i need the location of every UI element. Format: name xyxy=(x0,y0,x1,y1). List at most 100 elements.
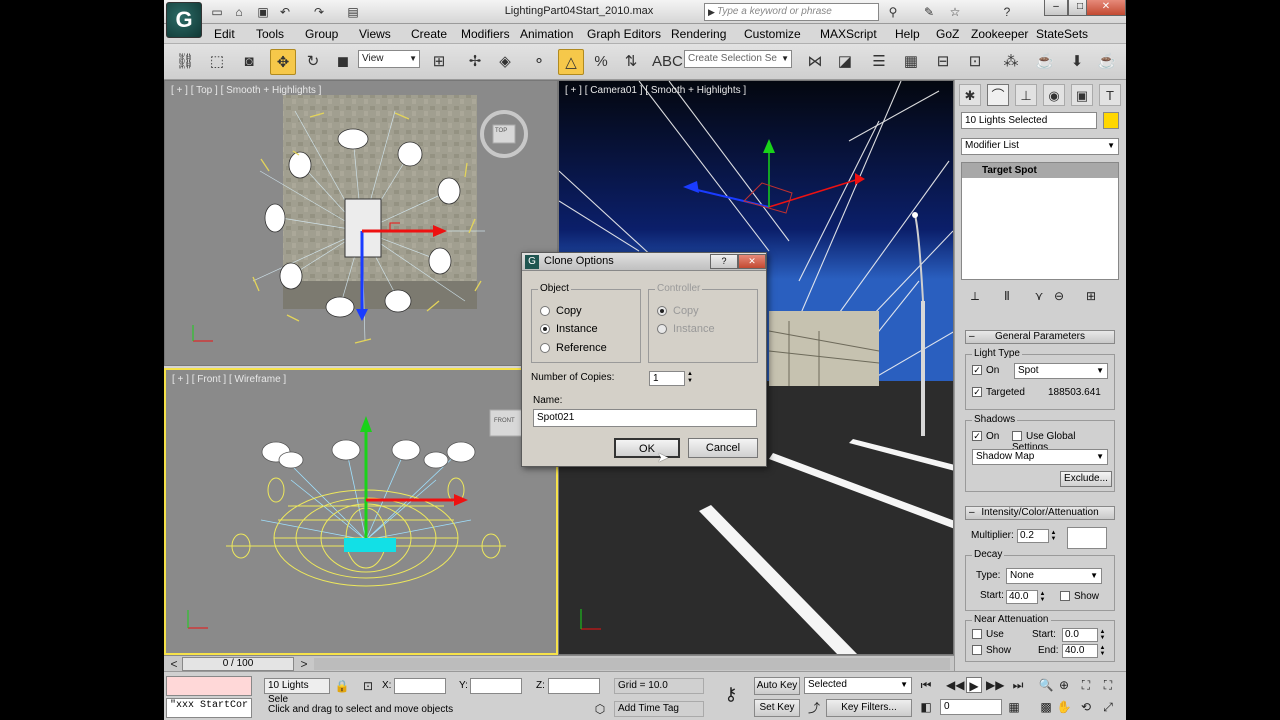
maxscript-listener-field[interactable] xyxy=(166,676,252,696)
play-icon[interactable]: ▶ xyxy=(966,677,982,693)
absolute-mode-icon[interactable]: ⊡ xyxy=(360,678,376,694)
create-tab-icon[interactable]: ✱ xyxy=(959,84,981,106)
pin-stack-icon[interactable]: ⟂ xyxy=(967,288,983,304)
z-coordinate-field[interactable] xyxy=(548,678,600,694)
copies-input[interactable]: 1 xyxy=(649,371,685,386)
named-selection-dropdown[interactable]: Create Selection Se ▼ xyxy=(684,50,792,68)
radio-reference[interactable]: Reference xyxy=(540,341,607,355)
minimize-button[interactable]: – xyxy=(1044,0,1068,16)
viewport-front[interactable]: [ + ] [ Front ] [ Wireframe ] FRONT xyxy=(164,368,558,655)
select-link-icon[interactable]: ⛓ xyxy=(172,49,198,75)
multiplier-spinner[interactable]: 0.2 ▲ ▼ xyxy=(1017,529,1056,543)
checkbox[interactable]: ✓ xyxy=(972,431,982,442)
light-on-checkbox[interactable]: ✓ On xyxy=(972,365,999,376)
menu-edit[interactable]: Edit xyxy=(214,27,235,41)
angle-snap-icon[interactable]: △ xyxy=(558,49,584,75)
default-in-out-tangent-icon[interactable]: ⤴ xyxy=(806,700,822,716)
menu-help[interactable]: Help xyxy=(895,27,920,41)
undo-icon[interactable]: ↶ xyxy=(276,4,294,20)
set-key-button[interactable]: Set Key xyxy=(754,699,800,717)
x-coordinate-field[interactable] xyxy=(394,678,446,694)
graphite-ribbon-icon[interactable]: ▦ xyxy=(898,49,924,75)
viewport-label-top[interactable]: [ + ] [ Top ] [ Smooth + Highlights ] xyxy=(171,85,321,96)
spinner-arrows-icon[interactable]: ▲ ▼ xyxy=(1098,645,1107,657)
checkbox[interactable]: ✓ xyxy=(972,387,982,398)
object-name-field[interactable]: 10 Lights Selected xyxy=(961,112,1097,129)
current-frame-field[interactable]: 0 xyxy=(940,699,1002,715)
near-start-spinner[interactable]: 0.0 ▲ ▼ xyxy=(1062,628,1105,642)
radio-button[interactable] xyxy=(540,343,550,354)
near-use-checkbox[interactable]: Use xyxy=(972,629,1004,640)
star-icon[interactable]: ☆ xyxy=(946,4,964,20)
ok-button[interactable]: OK xyxy=(614,438,680,458)
key-mode-dropdown[interactable]: Selected ▼ xyxy=(804,677,912,694)
targeted-checkbox[interactable]: ✓ Targeted xyxy=(972,387,1025,398)
intensity-rollout[interactable]: – Intensity/Color/Attenuation xyxy=(965,506,1115,520)
spinner-arrows-icon[interactable]: ▲ ▼ xyxy=(1049,530,1058,542)
radio-instance[interactable]: Instance xyxy=(540,322,598,336)
wrench-icon[interactable]: ✎ xyxy=(920,4,938,20)
pan-view-icon[interactable]: ✋ xyxy=(1056,699,1072,715)
menu-rendering[interactable]: Rendering xyxy=(671,27,726,41)
cancel-button[interactable]: Cancel xyxy=(688,438,758,458)
menu-customize[interactable]: Customize xyxy=(744,27,801,41)
radio-button[interactable] xyxy=(540,324,550,335)
close-button[interactable]: ✕ xyxy=(1086,0,1126,16)
help-icon[interactable]: ? xyxy=(998,4,1016,20)
checkbox[interactable] xyxy=(1012,431,1022,442)
render-setup-icon[interactable]: ☕ xyxy=(1032,49,1058,75)
remove-modifier-icon[interactable]: ⊖ xyxy=(1051,288,1067,304)
lock-selection-icon[interactable]: 🔒 xyxy=(334,678,350,694)
exclude-button[interactable]: Exclude... xyxy=(1060,471,1112,487)
light-color-swatch[interactable] xyxy=(1067,527,1107,549)
spinner-arrows-icon[interactable]: ▲ ▼ xyxy=(1038,591,1047,603)
schematic-view-icon[interactable]: ⊡ xyxy=(962,49,988,75)
material-editor-icon[interactable]: ⁂ xyxy=(998,49,1024,75)
checkbox[interactable]: ✓ xyxy=(972,365,982,376)
decay-type-dropdown[interactable]: None ▼ xyxy=(1006,568,1102,584)
menu-views[interactable]: Views xyxy=(359,27,391,41)
select-rotate-icon[interactable]: ↻ xyxy=(300,49,326,75)
pivot-center-icon[interactable]: ⊞ xyxy=(426,49,452,75)
menu-graph-editors[interactable]: Graph Editors xyxy=(587,27,661,41)
general-parameters-rollout[interactable]: – General Parameters xyxy=(965,330,1115,344)
dialog-help-button[interactable]: ? xyxy=(710,254,738,269)
menu-animation[interactable]: Animation xyxy=(520,27,573,41)
percent-snap-icon[interactable]: % xyxy=(588,49,614,75)
near-show-checkbox[interactable]: Show xyxy=(972,645,1011,656)
configure-sets-icon[interactable]: ⊞ xyxy=(1083,288,1099,304)
zoom-icon[interactable]: 🔍 xyxy=(1038,677,1054,693)
time-tag-icon[interactable]: ⬡ xyxy=(592,701,608,717)
dialog-close-button[interactable]: ✕ xyxy=(738,254,766,269)
viewcube-front[interactable]: FRONT xyxy=(494,418,515,424)
menu-goz[interactable]: GoZ xyxy=(936,27,959,41)
go-to-start-icon[interactable]: ⏮ xyxy=(918,677,934,693)
decay-show-checkbox[interactable]: Show xyxy=(1060,591,1099,602)
zoom-region-icon[interactable]: ▩ xyxy=(1038,699,1054,715)
zoom-all-icon[interactable]: ⊕ xyxy=(1056,677,1072,693)
show-end-result-icon[interactable]: Ⅱ xyxy=(999,288,1015,304)
redo-icon[interactable]: ↷ xyxy=(310,4,328,20)
add-time-tag[interactable]: Add Time Tag xyxy=(614,701,704,717)
time-configuration-icon[interactable]: ▦ xyxy=(1006,699,1022,715)
menu-group[interactable]: Group xyxy=(305,27,338,41)
y-coordinate-field[interactable] xyxy=(470,678,522,694)
key-filters-button[interactable]: Key Filters... xyxy=(826,699,912,717)
menu-tools[interactable]: Tools xyxy=(256,27,284,41)
binoculars-icon[interactable]: ⚲ xyxy=(884,4,902,20)
layer-manager-icon[interactable]: ☰ xyxy=(866,49,892,75)
dialog-title-bar[interactable]: G Clone Options ? ✕ xyxy=(522,253,766,271)
motion-tab-icon[interactable]: ◉ xyxy=(1043,84,1065,106)
menu-statesets[interactable]: StateSets xyxy=(1036,27,1088,41)
maximize-viewport-icon[interactable]: ⤢ xyxy=(1100,699,1116,715)
reference-coordinate-dropdown[interactable]: View ▼ xyxy=(358,50,420,68)
next-frame-icon[interactable]: > xyxy=(296,656,312,672)
radio-button[interactable] xyxy=(540,306,550,317)
select-scale-icon[interactable]: ◼ xyxy=(330,49,356,75)
radio-copy[interactable]: Copy xyxy=(540,304,582,318)
zoom-extents-all-icon[interactable]: ⛶ xyxy=(1100,677,1116,693)
snaps-toggle-icon[interactable]: ⚬ xyxy=(526,49,552,75)
mirror-icon[interactable]: ⋈ xyxy=(802,49,828,75)
open-file-icon[interactable]: ⌂ xyxy=(230,4,248,20)
make-unique-icon[interactable]: ⋎ xyxy=(1031,288,1047,304)
